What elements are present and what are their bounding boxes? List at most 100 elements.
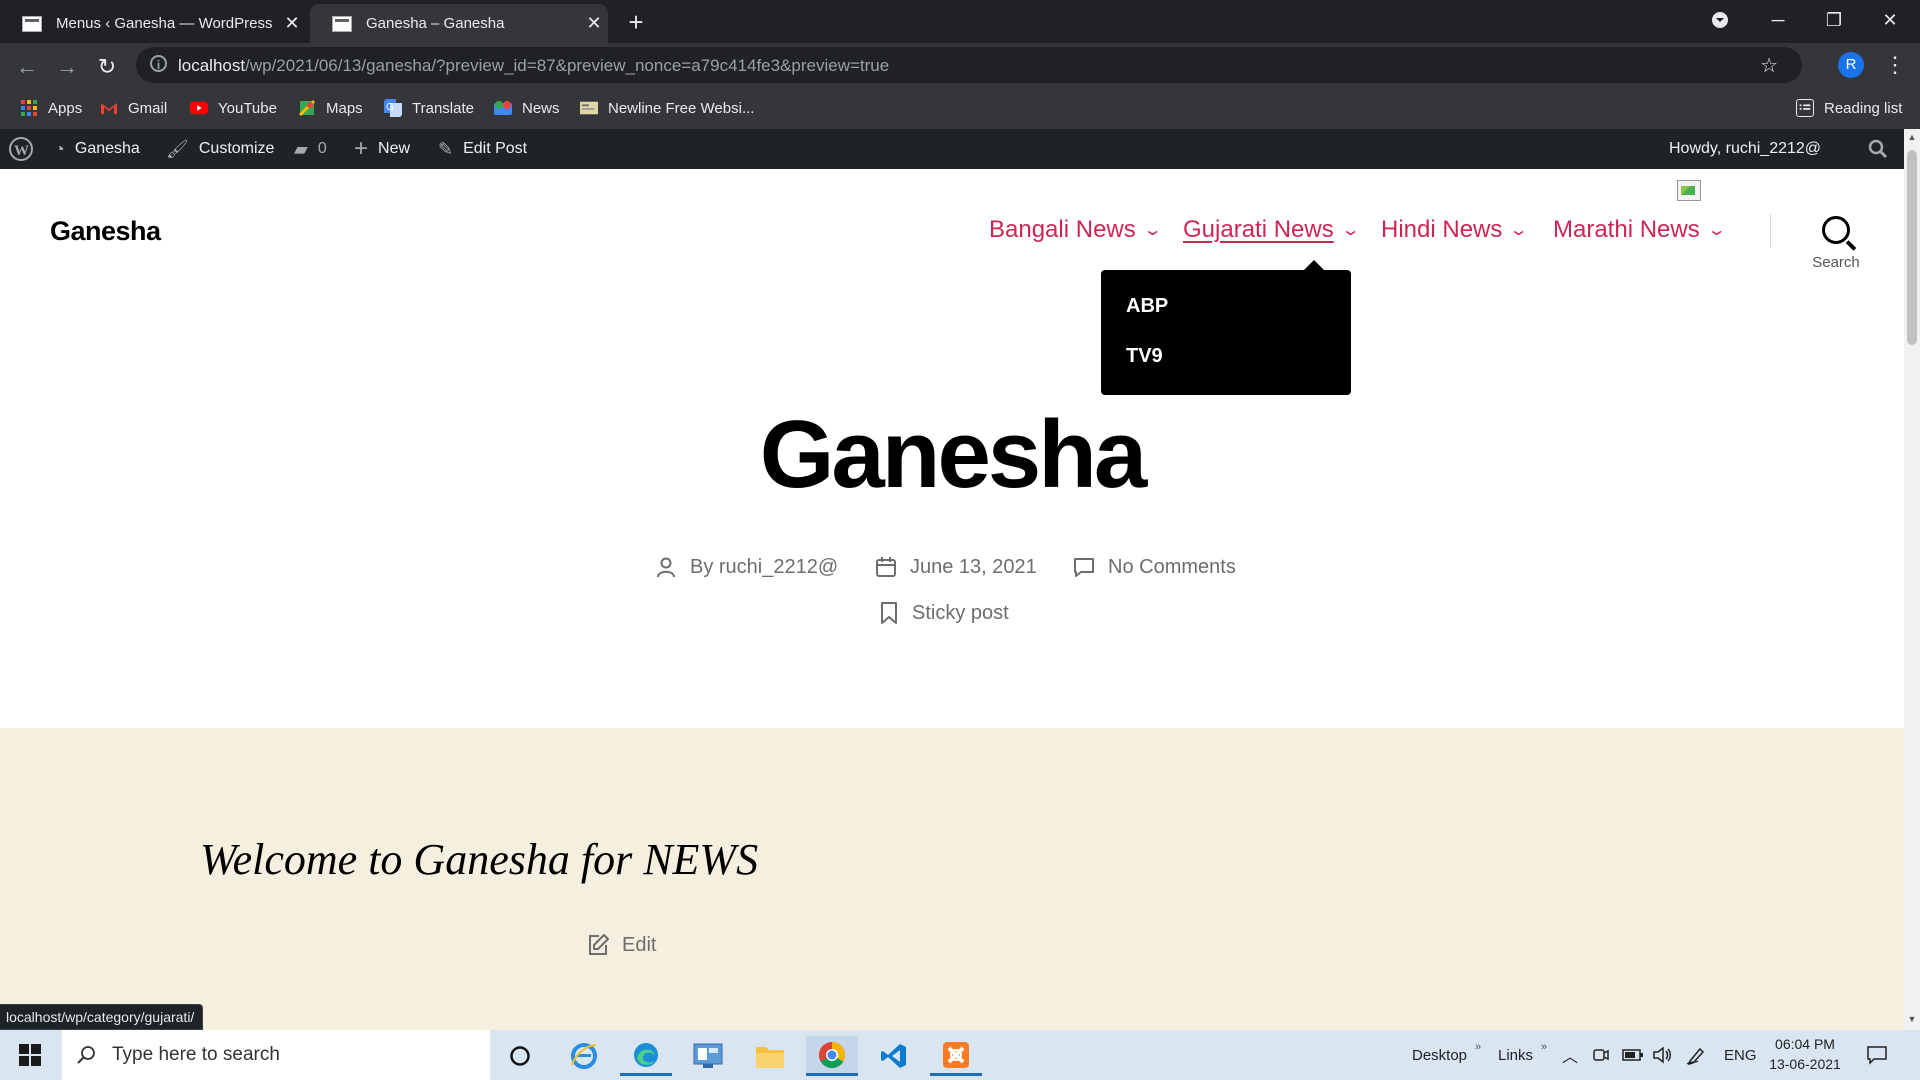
chevron-down-icon[interactable]: ⌄ <box>1706 220 1726 240</box>
reading-list-button[interactable]: Reading list <box>1796 94 1902 122</box>
tab-search-button[interactable] <box>1690 0 1750 40</box>
post-date[interactable]: June 13, 2021 <box>874 550 1037 584</box>
menu-item-marathi-news[interactable]: Marathi News ⌄ <box>1553 216 1726 244</box>
post-sticky: Sticky post <box>878 596 1009 630</box>
bookmark-star-icon[interactable]: ☆ <box>1760 53 1778 78</box>
browser-tab-ganesha[interactable]: Ganesha – Ganesha ✕ <box>310 4 608 43</box>
control-panel-icon[interactable] <box>682 1036 734 1076</box>
close-window-icon[interactable]: ✕ <box>1860 0 1920 40</box>
action-center-icon[interactable] <box>1866 1030 1888 1080</box>
search-icon <box>77 1046 95 1064</box>
edge-browser-icon[interactable] <box>620 1036 672 1076</box>
volume-icon[interactable] <box>1652 1030 1672 1080</box>
xampp-icon[interactable] <box>930 1036 982 1076</box>
tray-desktop-toolbar[interactable]: Desktop » <box>1412 1030 1481 1080</box>
internet-explorer-icon[interactable] <box>558 1036 610 1076</box>
chevron-down-icon[interactable]: ⌄ <box>1340 220 1360 240</box>
dashboard-gauge-icon: ◔ <box>54 138 65 159</box>
menu-label: Bangali News <box>989 216 1136 243</box>
taskbar-search-box[interactable]: Type here to search <box>62 1030 490 1080</box>
gmail-icon <box>101 103 117 114</box>
submenu-item-abp[interactable]: ABP <box>1126 295 1168 318</box>
svg-text:G: G <box>386 102 394 113</box>
bookmark-youtube[interactable]: YouTube <box>190 94 277 122</box>
edit-icon <box>589 934 609 955</box>
post-sticky-label: Sticky post <box>912 601 1009 624</box>
back-arrow-icon[interactable]: ← <box>12 52 42 82</box>
wordpress-logo-icon[interactable]: W <box>8 129 34 169</box>
file-explorer-icon[interactable] <box>744 1036 796 1076</box>
admin-new-label: New <box>378 140 411 157</box>
cortana-icon[interactable] <box>494 1036 546 1076</box>
chrome-icon[interactable] <box>806 1036 858 1076</box>
admin-site-link[interactable]: ◔ Ganesha <box>54 129 140 169</box>
scroll-up-icon[interactable]: ▲ <box>1904 132 1920 142</box>
post-comments[interactable]: No Comments <box>1072 550 1236 584</box>
taskbar-clock[interactable]: 06:04 PM 13-06-2021 <box>1762 1034 1848 1074</box>
broken-image-icon <box>1677 180 1701 201</box>
language-label: ENG <box>1724 1046 1757 1064</box>
site-title[interactable]: Ganesha <box>50 216 161 247</box>
youtube-icon <box>190 101 208 115</box>
calendar-icon <box>876 557 896 577</box>
chevron-down-icon[interactable]: ⌄ <box>1509 220 1529 240</box>
bookmark-label: Gmail <box>128 99 168 117</box>
post-author[interactable]: By ruchi_2212@ <box>654 550 838 584</box>
menu-item-hindi-news[interactable]: Hindi News ⌄ <box>1381 216 1529 244</box>
profile-avatar[interactable]: R <box>1838 52 1864 78</box>
tray-links-toolbar[interactable]: Links » <box>1498 1030 1547 1080</box>
reload-icon[interactable]: ↻ <box>92 52 122 82</box>
site-info-icon[interactable]: i <box>150 55 167 72</box>
forward-arrow-icon[interactable]: → <box>52 52 82 82</box>
meet-now-icon[interactable] <box>1592 1030 1610 1080</box>
admin-customize-link[interactable]: 🖌 Customize <box>166 129 274 169</box>
menu-item-bangali-news[interactable]: Bangali News ⌄ <box>989 216 1163 244</box>
bookmark-maps[interactable]: Maps <box>298 94 363 122</box>
bookmark-label: YouTube <box>218 99 277 117</box>
minimize-window-icon[interactable]: ─ <box>1748 0 1808 40</box>
favicon-icon <box>22 15 42 32</box>
windows-start-button[interactable] <box>0 1030 60 1080</box>
menu-item-gujarati-news[interactable]: Gujarati News ⌄ <box>1183 216 1360 244</box>
admin-new-link[interactable]: + New <box>354 129 410 169</box>
admin-account-menu[interactable]: Howdy, ruchi_2212@ <box>1669 129 1821 169</box>
header-divider <box>1770 214 1771 248</box>
pen-ink-icon[interactable] <box>1686 1030 1706 1080</box>
comment-bubble-icon: ▰ <box>294 138 308 159</box>
bookmark-news[interactable]: News <box>494 94 560 122</box>
tab-title: Ganesha – Ganesha <box>366 15 505 32</box>
bookmark-folder-icon <box>580 101 598 115</box>
admin-edit-post-link[interactable]: ✎ Edit Post <box>438 129 527 169</box>
menu-label: Hindi News <box>1381 216 1503 243</box>
bookmark-translate[interactable]: G Translate <box>384 94 474 122</box>
search-toggle-button[interactable]: Search <box>1808 212 1864 271</box>
address-bar[interactable]: i localhost/wp/2021/06/13/ganesha/?previ… <box>136 47 1802 83</box>
post-edit-link[interactable]: Edit <box>586 933 656 957</box>
close-tab-icon[interactable]: ✕ <box>580 13 608 34</box>
restore-window-icon[interactable]: ❐ <box>1804 0 1864 40</box>
comment-icon <box>1074 558 1094 577</box>
vscode-icon[interactable] <box>868 1036 920 1076</box>
input-language-indicator[interactable]: ENG <box>1724 1030 1757 1080</box>
link-status-bubble: localhost/wp/category/gujarati/ <box>0 1004 204 1030</box>
admin-comments-link[interactable]: ▰ 0 <box>294 129 327 169</box>
show-hidden-icons-button[interactable]: ︿ <box>1562 1030 1578 1080</box>
bookmark-newline[interactable]: Newline Free Websi... <box>580 94 754 122</box>
browser-tab-menus[interactable]: Menus ‹ Ganesha — WordPress ✕ <box>0 4 306 43</box>
submenu-item-tv9[interactable]: TV9 <box>1126 345 1163 368</box>
address-url[interactable]: localhost/wp/2021/06/13/ganesha/?preview… <box>178 56 889 76</box>
close-tab-icon[interactable]: ✕ <box>278 13 306 34</box>
person-icon <box>657 557 675 578</box>
chevron-down-icon[interactable]: ⌄ <box>1142 220 1162 240</box>
browser-menu-icon[interactable]: ⋮ <box>1884 52 1906 78</box>
battery-icon[interactable] <box>1622 1030 1644 1080</box>
admin-search-icon[interactable] <box>1868 129 1888 169</box>
clock-time: 06:04 PM <box>1775 1036 1835 1052</box>
bookmark-gmail[interactable]: Gmail <box>100 94 167 122</box>
page-scrollbar-thumb[interactable] <box>1907 150 1917 345</box>
bookmarks-bar <box>0 89 1920 130</box>
bookmark-apps[interactable]: Apps <box>20 94 82 122</box>
scroll-down-icon[interactable]: ▼ <box>1904 1014 1920 1024</box>
reading-list-icon <box>1796 99 1814 117</box>
new-tab-button[interactable]: + <box>620 6 652 38</box>
